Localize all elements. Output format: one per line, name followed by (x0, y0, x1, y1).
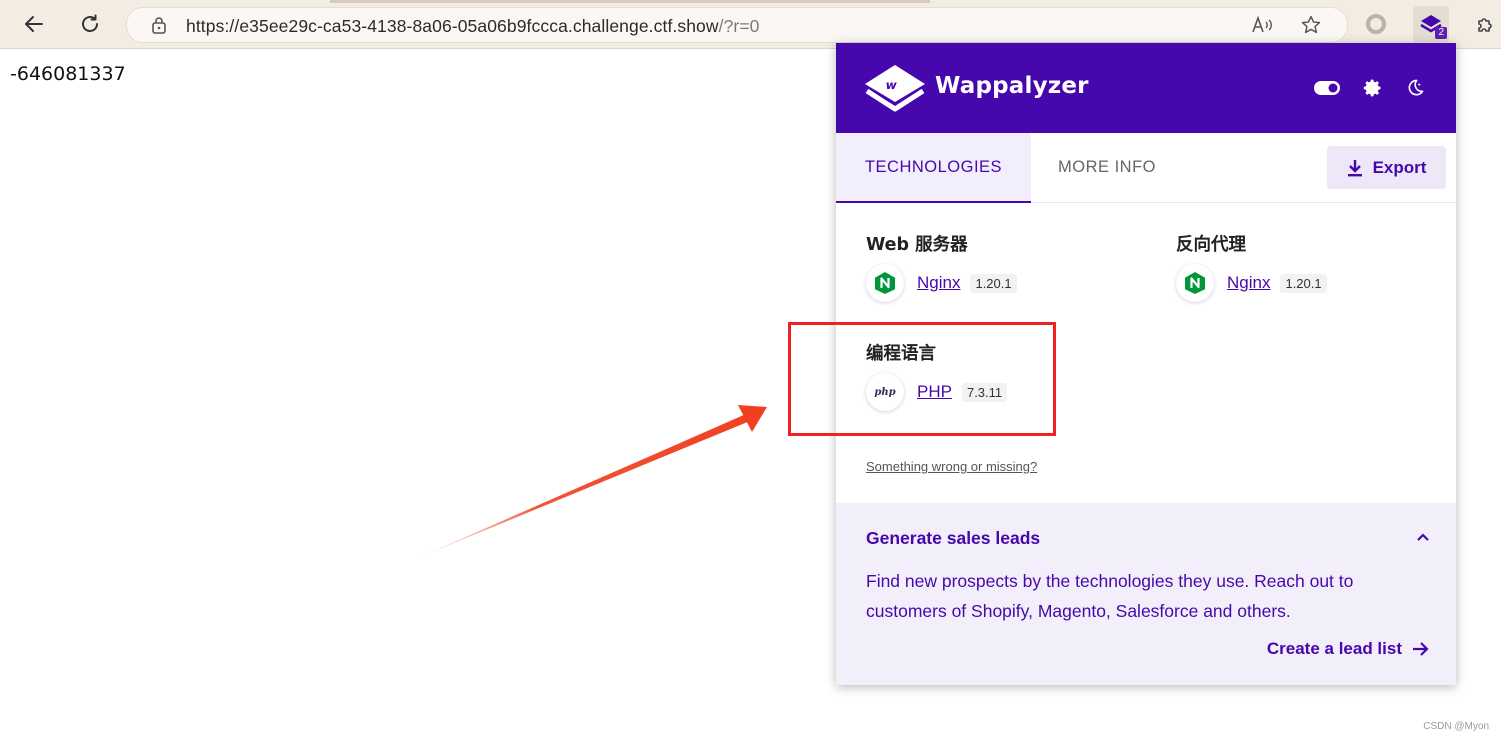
popup-tabs: TECHNOLOGIES MORE INFO Export (836, 133, 1456, 203)
wappalyzer-logo-icon: w (864, 64, 926, 119)
settings-gear-icon[interactable] (1360, 77, 1386, 99)
tab-more-info[interactable]: MORE INFO (1032, 133, 1182, 201)
leads-title: Generate sales leads (866, 528, 1041, 548)
category-title-reverse-proxy: 反向代理 (1176, 235, 1246, 255)
tech-version: 1.20.1 (970, 273, 1017, 293)
tab-technologies[interactable]: TECHNOLOGIES (836, 133, 1031, 203)
lead-list-label: Create a lead list (1266, 639, 1402, 658)
nginx-icon (1176, 264, 1214, 302)
tech-link-nginx[interactable]: Nginx (917, 273, 960, 293)
toggle-switch-icon[interactable] (1314, 77, 1340, 99)
export-button[interactable]: Export (1327, 146, 1446, 189)
tech-item-nginx-reverse-proxy: Nginx 1.20.1 (1176, 264, 1327, 302)
tech-version: 1.20.1 (1280, 273, 1327, 293)
arrow-right-icon (1413, 642, 1429, 656)
download-icon (1347, 159, 1362, 176)
arrow-shaft (420, 414, 750, 557)
nginx-icon (866, 264, 904, 302)
annotation-highlight-box (788, 322, 1056, 436)
tech-link-nginx[interactable]: Nginx (1227, 273, 1270, 293)
popup-header: w Wappalyzer (836, 43, 1456, 133)
tech-item-nginx-web-server: Nginx 1.20.1 (866, 264, 1017, 302)
something-wrong-link[interactable]: Something wrong or missing? (866, 459, 1037, 474)
sales-leads-panel: Generate sales leads Find new prospects … (836, 503, 1456, 685)
create-lead-list-link[interactable]: Create a lead list (1267, 639, 1430, 659)
category-title-web-server: Web 服务器 (866, 235, 968, 255)
dark-mode-moon-icon[interactable] (1402, 77, 1428, 99)
brand-name: Wappalyzer (935, 73, 1089, 99)
watermark: CSDN @Myon⁠ (1423, 721, 1489, 732)
export-label: Export (1372, 157, 1427, 177)
chevron-up-icon[interactable] (1416, 529, 1430, 547)
leads-description: Find new prospects by the technologies t… (866, 571, 1354, 621)
